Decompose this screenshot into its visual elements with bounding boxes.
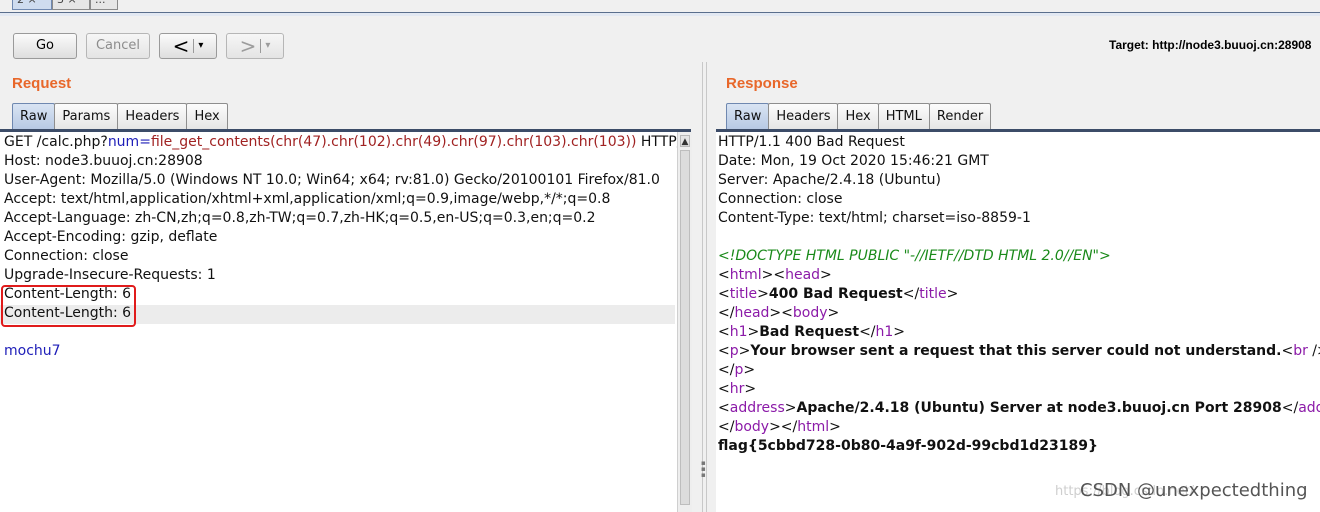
forward-dropdown-icon[interactable]: ▾ xyxy=(265,34,270,58)
button-separator xyxy=(193,39,195,53)
p-line: <p>Your browser sent a request that this… xyxy=(718,343,1320,359)
response-address: Apache/2.4.18 (Ubuntu) Server at node3.b… xyxy=(796,400,1282,416)
tab-request-params[interactable]: Params xyxy=(54,103,119,129)
request-title: Request xyxy=(12,75,72,92)
tab-response-render[interactable]: Render xyxy=(928,103,992,129)
forward-arrow-icon: > xyxy=(239,34,257,58)
request-body: mochu7 xyxy=(4,343,61,359)
response-status-line: HTTP/1.1 400 Bad Request xyxy=(718,134,905,150)
response-header-line: Connection: close xyxy=(718,191,843,207)
response-editor[interactable]: HTTP/1.1 400 Bad Request Date: Mon, 19 O… xyxy=(716,132,1320,512)
response-tabs: Raw Headers Hex HTML Render xyxy=(726,103,992,129)
param-value: file_get_contents(chr(47).chr(102).chr(4… xyxy=(150,134,637,150)
tab-response-html[interactable]: HTML xyxy=(877,103,930,129)
forward-button[interactable]: > ▾ xyxy=(226,33,284,59)
response-heading: Bad Request xyxy=(759,324,860,340)
scroll-thumb[interactable] xyxy=(680,150,690,505)
request-header-line: Accept-Language: zh-CN,zh;q=0.8,zh-TW;q=… xyxy=(4,210,596,226)
message-tab-strip: 2 × 3 × ... xyxy=(0,0,1320,13)
go-button[interactable]: Go xyxy=(13,33,77,59)
back-dropdown-icon[interactable]: ▾ xyxy=(198,34,203,58)
message-tab-2[interactable]: 2 × xyxy=(12,0,52,10)
back-arrow-icon: < xyxy=(172,34,190,58)
response-message: Your browser sent a request that this se… xyxy=(750,343,1282,359)
tab-request-headers[interactable]: Headers xyxy=(117,103,188,129)
request-header-line: Connection: close xyxy=(4,248,129,264)
response-doctype: <!DOCTYPE HTML PUBLIC "-//IETF//DTD HTML… xyxy=(718,248,1111,264)
response-page-title: 400 Bad Request xyxy=(768,286,903,302)
button-separator xyxy=(260,39,262,53)
message-tab-3[interactable]: 3 × xyxy=(52,0,90,10)
body-close-line: </body></html> xyxy=(718,419,841,435)
flag-line: flag{5cbbd728-0b80-4a9f-902d-99cbd1d2318… xyxy=(718,438,1098,454)
h1-line: <h1>Bad Request</h1> xyxy=(718,324,906,340)
target-label[interactable]: Target: http://node3.buuoj.cn:28908 xyxy=(1109,38,1311,52)
tab-response-headers[interactable]: Headers xyxy=(768,103,839,129)
request-header-line: User-Agent: Mozilla/5.0 (Windows NT 10.0… xyxy=(4,172,660,188)
highlight-annotation-box xyxy=(1,285,136,327)
cancel-button[interactable]: Cancel xyxy=(86,33,150,59)
request-header-line: Accept-Encoding: gzip, deflate xyxy=(4,229,218,245)
request-scrollbar[interactable]: ▲ xyxy=(677,132,692,512)
request-tabs: Raw Params Headers Hex xyxy=(12,103,228,129)
scroll-up-icon[interactable]: ▲ xyxy=(680,135,690,147)
param-name: num xyxy=(107,134,140,150)
request-line: GET /calc.php?num=file_get_contents(chr(… xyxy=(4,134,677,150)
tab-request-raw[interactable]: Raw xyxy=(12,103,56,129)
tab-response-raw[interactable]: Raw xyxy=(726,103,770,129)
response-header-line: Server: Apache/2.4.18 (Ubuntu) xyxy=(718,172,941,188)
pane-splitter[interactable]: ▪ ▪ ▪ xyxy=(698,62,710,512)
tab-request-hex[interactable]: Hex xyxy=(186,103,228,129)
response-header-line: Date: Mon, 19 Oct 2020 15:46:21 GMT xyxy=(718,153,989,169)
p-close-line: </p> xyxy=(718,362,756,378)
tab-strip-band xyxy=(0,13,1320,16)
splitter-grip[interactable] xyxy=(702,62,707,512)
tab-response-hex[interactable]: Hex xyxy=(837,103,879,129)
request-header-line: Host: node3.buuoj.cn:28908 xyxy=(4,153,203,169)
request-header-line: Upgrade-Insecure-Requests: 1 xyxy=(4,267,216,283)
response-title: Response xyxy=(726,75,798,92)
splitter-handle-icon[interactable]: ▪ ▪ ▪ xyxy=(701,460,706,479)
html-line: <html><head> xyxy=(718,267,832,283)
address-line: <address>Apache/2.4.18 (Ubuntu) Server a… xyxy=(718,400,1320,416)
head-close-line: </head><body> xyxy=(718,305,840,321)
hr-line: <hr> xyxy=(718,381,757,397)
watermark: CSDN @unexpectedthing xyxy=(1080,480,1308,501)
request-header-line: Accept: text/html,application/xhtml+xml,… xyxy=(4,191,611,207)
response-header-line: Content-Type: text/html; charset=iso-885… xyxy=(718,210,1031,226)
request-editor[interactable]: GET /calc.php?num=file_get_contents(chr(… xyxy=(0,132,677,512)
back-button[interactable]: < ▾ xyxy=(159,33,217,59)
more-tabs-button[interactable]: ... xyxy=(90,0,118,10)
title-line: <title>400 Bad Request</title> xyxy=(718,286,959,302)
